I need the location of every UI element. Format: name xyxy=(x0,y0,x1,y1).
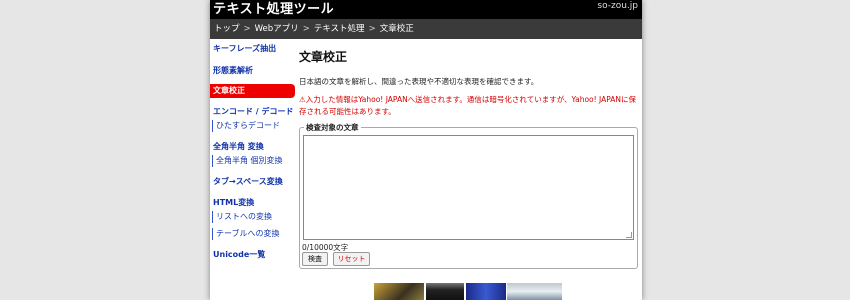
page-title: 文章校正 xyxy=(299,50,348,64)
breadcrumb-item-text-processing[interactable]: テキスト処理 xyxy=(314,24,365,34)
site-domain[interactable]: so-zou.jp xyxy=(597,0,638,12)
warning-message: ⚠入力した情報はYahoo! JAPANへ送信されます。通信は暗号化されています… xyxy=(299,95,637,116)
breadcrumb-item-webapp[interactable]: Webアプリ xyxy=(255,24,299,34)
page-container: テキスト処理ツール so-zou.jp トップ > Webアプリ > テキスト処理 > 文章… xyxy=(210,0,642,300)
ad-image-4[interactable] xyxy=(507,283,562,300)
sidebar-item-zenkaku-hankaku[interactable]: 全角半角 変換 xyxy=(210,141,298,153)
sidebar-item-encode-decode[interactable]: エンコード / デコード xyxy=(210,106,298,118)
breadcrumb-item-top[interactable]: トップ xyxy=(214,24,240,34)
site-header: テキスト処理ツール so-zou.jp xyxy=(210,0,642,19)
breadcrumb-separator: > xyxy=(302,24,310,34)
sidebar-subitem-table[interactable]: テーブルへの変換 xyxy=(212,228,298,240)
sidebar: キーフレーズ抽出 形態素解析 文章校正 エンコード / デコード ひたすらデコー… xyxy=(210,39,298,261)
reset-button[interactable]: リセット xyxy=(333,252,370,266)
sidebar-item-html[interactable]: HTML変換 xyxy=(210,197,298,209)
sidebar-item-proofreading[interactable]: 文章校正 xyxy=(210,84,295,98)
site-title[interactable]: テキスト処理ツール xyxy=(213,0,334,19)
sidebar-item-morphological[interactable]: 形態素解析 xyxy=(210,65,298,77)
page-description: 日本語の文章を解析し、間違った表現や不適切な表現を確認できます。 xyxy=(299,77,539,86)
input-fieldset: 検査対象の文章 0/10000文字 検査 リセット xyxy=(299,122,638,269)
breadcrumb: トップ > Webアプリ > テキスト処理 > 文章校正 xyxy=(210,19,642,39)
resize-grip-icon[interactable] xyxy=(626,232,632,238)
text-input-area[interactable] xyxy=(303,135,634,240)
fieldset-legend: 検査対象の文章 xyxy=(304,122,361,133)
ad-image-2[interactable] xyxy=(426,283,464,300)
sidebar-subitem-zenkaku-individual[interactable]: 全角半角 個別変換 xyxy=(212,155,298,167)
breadcrumb-item-current: 文章校正 xyxy=(379,24,414,34)
sidebar-subitem-list[interactable]: リストへの変換 xyxy=(212,211,298,223)
breadcrumb-separator: > xyxy=(243,24,251,34)
sidebar-item-tab-space[interactable]: タブ→スペース変換 xyxy=(210,176,298,188)
sidebar-subitem-decode[interactable]: ひたすらデコード xyxy=(212,120,298,132)
ad-image-1[interactable] xyxy=(374,283,424,300)
ad-image-3[interactable] xyxy=(466,283,506,300)
sidebar-item-unicode[interactable]: Unicode一覧 xyxy=(210,249,298,261)
sidebar-item-keyphrase[interactable]: キーフレーズ抽出 xyxy=(210,43,298,55)
breadcrumb-separator: > xyxy=(368,24,376,34)
check-button[interactable]: 検査 xyxy=(302,252,328,266)
